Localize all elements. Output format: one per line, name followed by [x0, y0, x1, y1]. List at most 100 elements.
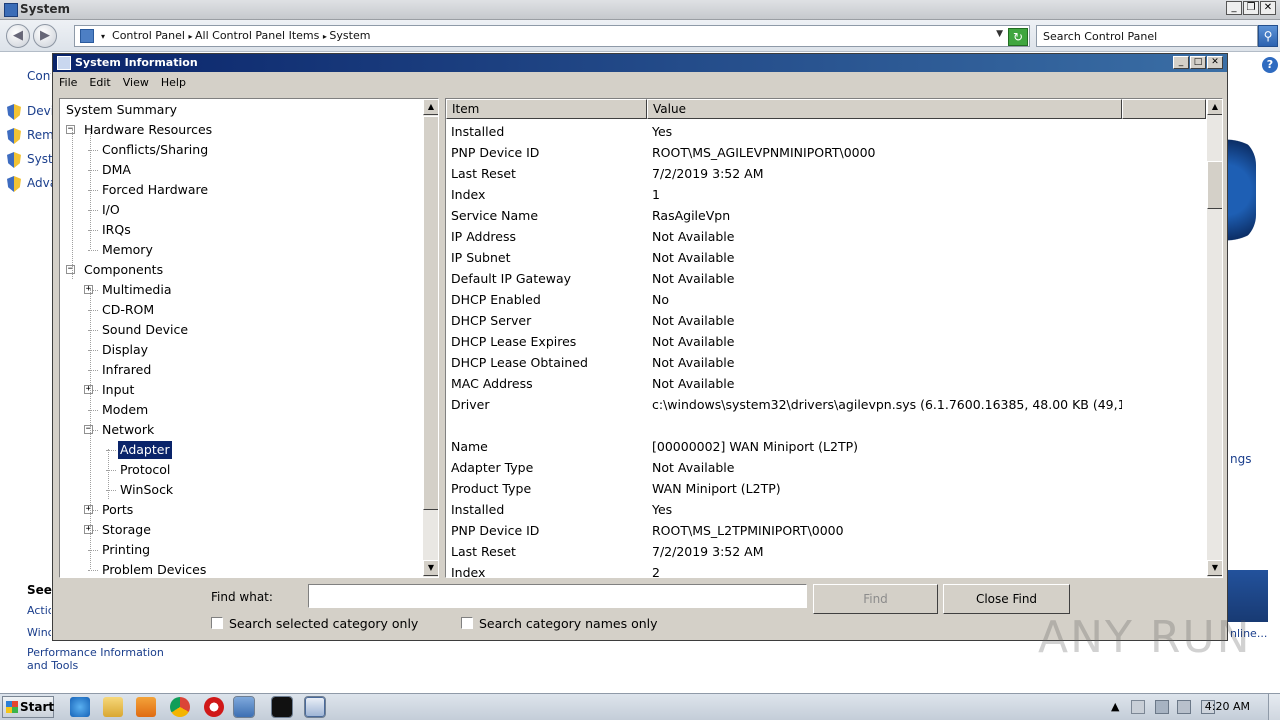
- table-row[interactable]: [446, 415, 1206, 436]
- scroll-thumb[interactable]: [423, 116, 438, 510]
- tree-item[interactable]: System Summary: [64, 101, 179, 119]
- list-scrollbar[interactable]: ▲ ▼: [1206, 99, 1222, 577]
- table-row[interactable]: PNP Device ID ROOT\MS_L2TPMINIPORT\0000: [446, 520, 1206, 541]
- cp-home-link[interactable]: Cont: [27, 69, 51, 83]
- scroll-down-icon[interactable]: ▼: [1207, 560, 1222, 576]
- search-names-label[interactable]: Search category names only: [479, 616, 658, 631]
- remote-settings-link[interactable]: Remo: [27, 128, 52, 142]
- restore-button[interactable]: ❐: [1243, 1, 1259, 15]
- scroll-up-icon[interactable]: ▲: [423, 99, 438, 115]
- clock[interactable]: 4:20 AM: [1205, 700, 1250, 713]
- search-names-checkbox[interactable]: [461, 617, 473, 629]
- minimize-button[interactable]: _: [1173, 56, 1189, 69]
- search-icon[interactable]: ⚲: [1258, 25, 1278, 47]
- device-manager-link[interactable]: Devi: [27, 104, 52, 118]
- category-tree[interactable]: System Summary − Hardware Resources Conflic…: [59, 98, 439, 578]
- menu-file[interactable]: File: [53, 73, 83, 93]
- expand-icon[interactable]: +: [84, 525, 93, 534]
- scroll-down-icon[interactable]: ▼: [423, 560, 438, 576]
- close-button[interactable]: ✕: [1260, 1, 1276, 15]
- table-row[interactable]: Index 1: [446, 184, 1206, 205]
- tree-item[interactable]: IRQs: [100, 221, 133, 239]
- media-player-icon[interactable]: [136, 697, 156, 717]
- breadcrumb-all-items[interactable]: All Control Panel Items: [195, 29, 319, 42]
- volume-icon[interactable]: [1177, 700, 1191, 714]
- collapse-icon[interactable]: −: [66, 125, 75, 134]
- collapse-icon[interactable]: −: [84, 425, 93, 434]
- network-icon[interactable]: [1155, 700, 1169, 714]
- menu-edit[interactable]: Edit: [83, 73, 116, 93]
- table-row[interactable]: IP Subnet Not Available: [446, 247, 1206, 268]
- tree-item[interactable]: DMA: [100, 161, 133, 179]
- menu-view[interactable]: View: [117, 73, 155, 93]
- table-row[interactable]: Adapter Type Not Available: [446, 457, 1206, 478]
- opera-icon[interactable]: [204, 697, 224, 717]
- tree-item[interactable]: Display: [100, 341, 150, 359]
- table-row[interactable]: DHCP Lease Obtained Not Available: [446, 352, 1206, 373]
- tree-item[interactable]: Input: [100, 381, 136, 399]
- performance-info-link[interactable]: Performance Information and Tools: [27, 646, 187, 672]
- tree-item[interactable]: Problem Devices: [100, 561, 208, 577]
- find-input[interactable]: [308, 584, 807, 608]
- forward-button[interactable]: ▶: [33, 24, 57, 48]
- tree-item[interactable]: Hardware Resources: [82, 121, 214, 139]
- tree-item[interactable]: Network: [100, 421, 156, 439]
- refresh-icon[interactable]: ↻: [1008, 28, 1028, 46]
- breadcrumb-system[interactable]: System: [329, 29, 370, 42]
- chrome-icon[interactable]: [170, 697, 190, 717]
- close-button[interactable]: ✕: [1207, 56, 1223, 69]
- tree-item[interactable]: Sound Device: [100, 321, 190, 339]
- column-header-value[interactable]: Value: [647, 99, 1122, 119]
- table-row[interactable]: DHCP Server Not Available: [446, 310, 1206, 331]
- table-row[interactable]: Installed Yes: [446, 499, 1206, 520]
- scroll-thumb[interactable]: [1207, 161, 1222, 209]
- minimize-button[interactable]: _: [1226, 1, 1242, 15]
- tree-item[interactable]: Conflicts/Sharing: [100, 141, 210, 159]
- advanced-settings-link[interactable]: Adva: [27, 176, 52, 190]
- scroll-up-icon[interactable]: ▲: [1207, 99, 1222, 115]
- table-row[interactable]: DHCP Enabled No: [446, 289, 1206, 310]
- tree-item[interactable]: Multimedia: [100, 281, 174, 299]
- chevron-down-icon[interactable]: ▼: [996, 29, 1003, 39]
- tree-item[interactable]: Components: [82, 261, 165, 279]
- tree-item[interactable]: Ports: [100, 501, 135, 519]
- table-row[interactable]: Last Reset 7/2/2019 3:52 AM: [446, 163, 1206, 184]
- search-input[interactable]: Search Control Panel: [1036, 25, 1258, 47]
- table-row[interactable]: Last Reset 7/2/2019 3:52 AM: [446, 541, 1206, 562]
- address-bar[interactable]: ▾ Control Panel ▸ All Control Panel Item…: [74, 25, 1030, 47]
- start-button[interactable]: Start: [2, 696, 54, 718]
- table-row[interactable]: Name [00000002] WAN Miniport (L2TP): [446, 436, 1206, 457]
- show-desktop-button[interactable]: [1268, 694, 1280, 720]
- search-selected-label[interactable]: Search selected category only: [229, 616, 418, 631]
- system-information-icon[interactable]: [304, 696, 326, 718]
- folder-icon[interactable]: [103, 697, 123, 717]
- table-row[interactable]: MAC Address Not Available: [446, 373, 1206, 394]
- find-button[interactable]: Find: [813, 584, 938, 614]
- windows-update-link[interactable]: Winc: [27, 626, 51, 639]
- tree-item[interactable]: Infrared: [100, 361, 153, 379]
- help-icon[interactable]: ?: [1262, 57, 1278, 73]
- column-header-item[interactable]: Item: [446, 99, 647, 119]
- maximize-button[interactable]: □: [1190, 56, 1206, 69]
- table-row[interactable]: Installed Yes: [446, 121, 1206, 142]
- table-row[interactable]: Driver c:\windows\system32\drivers\agilev…: [446, 394, 1206, 415]
- table-row[interactable]: Product Type WAN Miniport (L2TP): [446, 478, 1206, 499]
- collapse-icon[interactable]: −: [66, 265, 75, 274]
- breadcrumb-control-panel[interactable]: Control Panel: [112, 29, 185, 42]
- close-find-button[interactable]: Close Find: [943, 584, 1070, 614]
- details-list[interactable]: Item Value Installed Yes PNP Device ID ROOT…: [445, 98, 1223, 578]
- internet-explorer-icon[interactable]: [70, 697, 90, 717]
- action-center-icon[interactable]: [1131, 700, 1145, 714]
- tree-item[interactable]: I/O: [100, 201, 122, 219]
- table-row[interactable]: Service Name RasAgileVpn: [446, 205, 1206, 226]
- search-selected-checkbox[interactable]: [211, 617, 223, 629]
- tree-item[interactable]: Protocol: [118, 461, 172, 479]
- tree-scrollbar[interactable]: ▲ ▼: [422, 99, 438, 577]
- tree-item[interactable]: Storage: [100, 521, 153, 539]
- tree-item[interactable]: Memory: [100, 241, 155, 259]
- tree-item[interactable]: Printing: [100, 541, 152, 559]
- tree-item[interactable]: CD-ROM: [100, 301, 156, 319]
- tree-item[interactable]: Adapter: [117, 440, 173, 460]
- control-panel-icon[interactable]: [233, 696, 255, 718]
- table-row[interactable]: Default IP Gateway Not Available: [446, 268, 1206, 289]
